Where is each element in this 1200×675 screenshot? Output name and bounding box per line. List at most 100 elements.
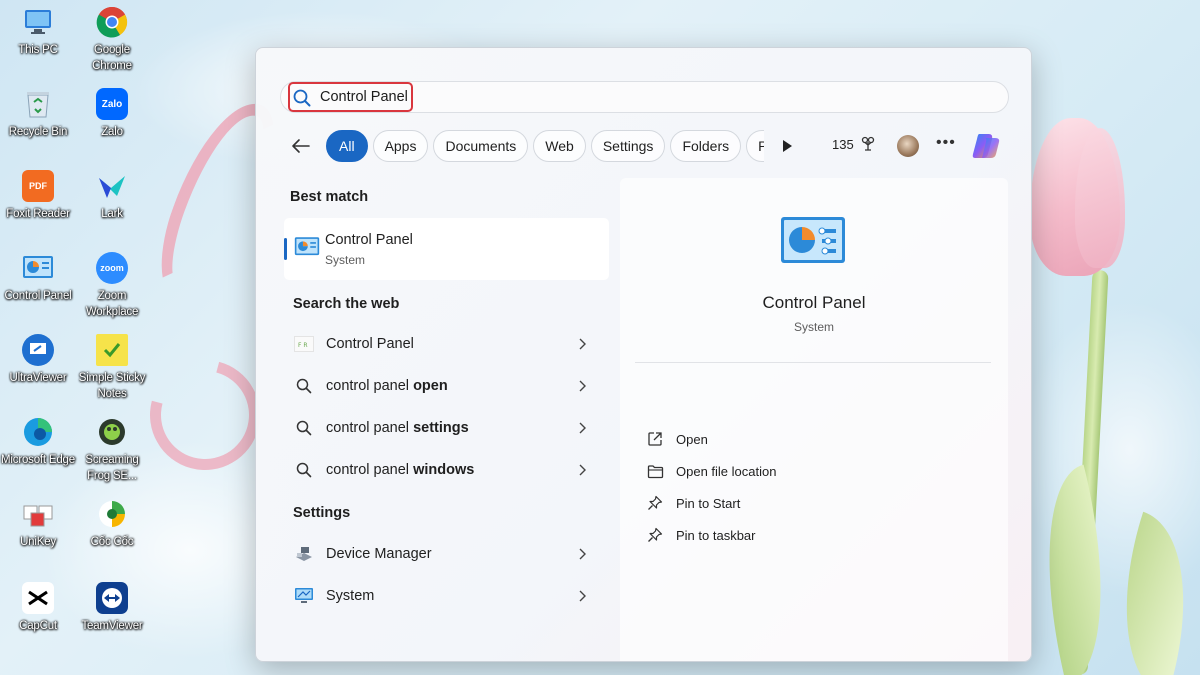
web-result-item[interactable]: F R Control Panel bbox=[284, 325, 609, 363]
action-label: Pin to taskbar bbox=[676, 527, 756, 543]
chrome-icon bbox=[96, 6, 128, 38]
wallpaper-cloud bbox=[1020, 300, 1200, 600]
filter-chips: All Apps Documents Web Settings Folders … bbox=[326, 130, 764, 162]
wallpaper-tulip-leaf bbox=[1015, 464, 1135, 675]
web-suggestion-bold: settings bbox=[413, 420, 469, 436]
web-suggestion-bold: windows bbox=[413, 462, 475, 478]
folder-icon bbox=[646, 462, 664, 480]
filter-chip-photos[interactable]: Ph bbox=[746, 130, 764, 162]
svg-text:F R: F R bbox=[298, 342, 308, 349]
filter-bar: All Apps Documents Web Settings Folders … bbox=[286, 129, 764, 163]
filter-chip-folders[interactable]: Folders bbox=[670, 130, 742, 162]
copilot-icon[interactable] bbox=[971, 132, 1001, 160]
device-manager-icon bbox=[294, 544, 314, 564]
unikey-icon bbox=[22, 498, 54, 530]
zoom-icon: zoom bbox=[96, 252, 128, 284]
desktop-icon-simple-sticky-notes[interactable]: Simple Sticky Notes bbox=[74, 334, 150, 402]
wallpaper-tulip-stem bbox=[1071, 269, 1109, 675]
back-button[interactable] bbox=[286, 131, 316, 161]
web-result-text: Control Panel bbox=[326, 336, 414, 352]
start-search-panel: All Apps Documents Web Settings Folders … bbox=[255, 47, 1032, 662]
filter-chip-all[interactable]: All bbox=[326, 130, 368, 162]
desktop-icon-lark[interactable]: Lark bbox=[74, 170, 150, 222]
system-icon bbox=[294, 586, 314, 606]
play-arrow-icon bbox=[783, 140, 792, 152]
chevron-right-icon bbox=[575, 379, 589, 393]
settings-heading: Settings bbox=[293, 505, 351, 521]
chevron-right-icon bbox=[575, 547, 589, 561]
web-result-icon: F R bbox=[294, 334, 314, 354]
rewards-points[interactable]: 135 bbox=[832, 136, 876, 152]
control-panel-icon bbox=[294, 236, 320, 260]
settings-item-system[interactable]: System bbox=[284, 577, 609, 615]
filter-chip-documents[interactable]: Documents bbox=[433, 130, 529, 162]
detail-pane: Control Panel System Open Open file loca… bbox=[620, 178, 1008, 661]
foxit-reader-icon: PDF bbox=[22, 170, 54, 202]
more-options-button[interactable]: ••• bbox=[936, 134, 956, 152]
best-match-title: Control Panel bbox=[325, 232, 413, 248]
action-pin-to-taskbar[interactable]: Pin to taskbar bbox=[646, 524, 756, 546]
coc-coc-icon bbox=[96, 498, 128, 530]
search-highlight-box bbox=[288, 82, 413, 112]
detail-subtitle: System bbox=[793, 320, 834, 334]
detail-divider bbox=[635, 362, 991, 363]
web-suggestion-item[interactable]: control panel open bbox=[284, 367, 609, 405]
chevron-right-icon bbox=[575, 421, 589, 435]
action-open-file-location[interactable]: Open file location bbox=[646, 460, 776, 482]
search-icon bbox=[294, 376, 314, 396]
chevron-right-icon bbox=[575, 463, 589, 477]
chevron-right-icon bbox=[575, 589, 589, 603]
pin-icon bbox=[646, 526, 664, 544]
best-match-result[interactable]: Control Panel System bbox=[284, 218, 609, 280]
desktop-icon-microsoft-edge[interactable]: Microsoft Edge bbox=[0, 416, 76, 468]
desktop-icon-zoom-workplace[interactable]: zoom Zoom Workplace bbox=[74, 252, 150, 320]
capcut-icon bbox=[22, 582, 54, 614]
desktop-icon-coc-coc[interactable]: Cốc Cốc bbox=[74, 498, 150, 550]
ultraviewer-icon bbox=[22, 334, 54, 366]
action-open[interactable]: Open bbox=[646, 428, 708, 450]
desktop-icon-teamviewer[interactable]: TeamViewer bbox=[74, 582, 150, 634]
action-label: Open bbox=[676, 431, 708, 447]
action-pin-to-start[interactable]: Pin to Start bbox=[646, 492, 740, 514]
arrow-left-icon bbox=[292, 139, 310, 153]
search-icon bbox=[294, 460, 314, 480]
chevron-right-icon bbox=[575, 337, 589, 351]
lark-icon bbox=[96, 170, 128, 202]
user-avatar[interactable] bbox=[897, 135, 919, 157]
web-suggestion-item[interactable]: control panel settings bbox=[284, 409, 609, 447]
teamviewer-icon bbox=[96, 582, 128, 614]
desktop-icon-control-panel[interactable]: Control Panel bbox=[0, 252, 76, 304]
control-panel-icon bbox=[22, 252, 54, 284]
desktop-icon-zalo[interactable]: Zalo Zalo bbox=[74, 88, 150, 140]
wallpaper-tulip-leaf bbox=[1090, 511, 1200, 675]
web-suggestion-bold: open bbox=[413, 378, 448, 394]
web-suggestion-item[interactable]: control panel windows bbox=[284, 451, 609, 489]
sticky-notes-icon bbox=[96, 334, 128, 366]
desktop-icon-recycle-bin[interactable]: Recycle Bin bbox=[0, 88, 76, 140]
desktop-icon-this-pc[interactable]: This PC bbox=[0, 6, 76, 58]
more-filters-button[interactable] bbox=[777, 136, 797, 156]
detail-title: Control Panel bbox=[762, 293, 866, 312]
settings-item-label: Device Manager bbox=[326, 546, 432, 562]
wallpaper-tulip bbox=[1030, 118, 1120, 276]
desktop-icon-google-chrome[interactable]: Google Chrome bbox=[74, 6, 150, 74]
filter-chip-apps[interactable]: Apps bbox=[372, 130, 429, 162]
settings-item-device-manager[interactable]: Device Manager bbox=[284, 535, 609, 573]
desktop-icon-ultraviewer[interactable]: UltraViewer bbox=[0, 334, 76, 386]
desktop-icon-capcut[interactable]: CapCut bbox=[0, 582, 76, 634]
desktop-icon-unikey[interactable]: UniKey bbox=[0, 498, 76, 550]
filter-chip-settings[interactable]: Settings bbox=[590, 130, 666, 162]
web-suggestion-text: control panel bbox=[326, 378, 414, 394]
best-match-subtitle: System bbox=[325, 253, 366, 267]
open-external-icon bbox=[646, 430, 664, 448]
selection-indicator bbox=[284, 238, 287, 260]
desktop-icon-screaming-frog[interactable]: Screaming Frog SE... bbox=[74, 416, 150, 484]
zalo-icon: Zalo bbox=[96, 88, 128, 120]
filter-chip-web[interactable]: Web bbox=[533, 130, 586, 162]
computer-icon bbox=[22, 6, 54, 38]
settings-item-label: System bbox=[326, 588, 375, 604]
desktop-icon-foxit-reader[interactable]: PDF Foxit Reader bbox=[0, 170, 76, 222]
best-match-heading: Best match bbox=[290, 189, 369, 205]
pin-icon bbox=[646, 494, 664, 512]
wallpaper-tulip bbox=[1075, 128, 1125, 268]
